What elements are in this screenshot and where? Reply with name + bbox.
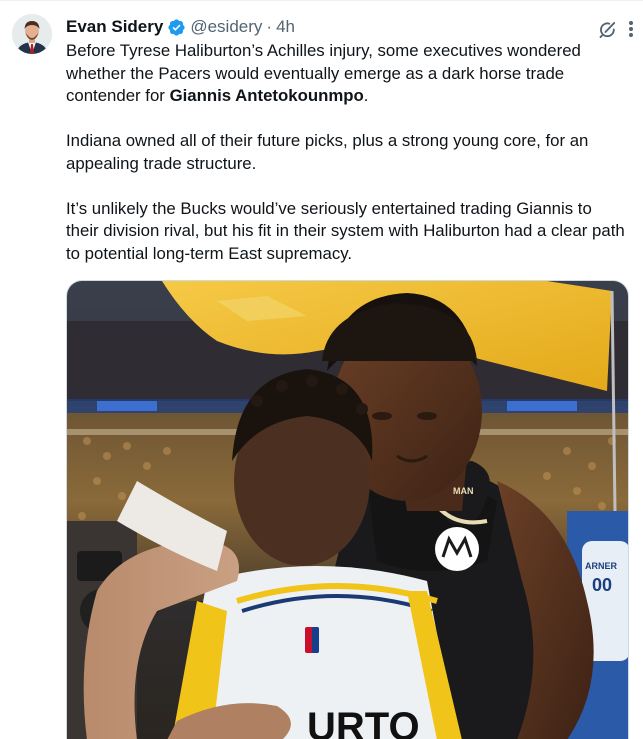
author-avatar[interactable] [12, 14, 52, 54]
tweet-timestamp[interactable]: 4h [276, 17, 295, 37]
top-divider [0, 0, 643, 1]
background-jersey-number: 00 [592, 575, 612, 595]
mention-giannis: Giannis Antetokounmpo [169, 86, 364, 105]
more-options-icon[interactable] [622, 20, 640, 38]
author-display-name[interactable]: Evan Sidery [66, 17, 163, 37]
avatar-photo-icon [12, 14, 52, 54]
tweet-paragraph-2: Indiana owned all of their future picks,… [66, 131, 589, 173]
haliburton-jersey-name: URTO [307, 705, 420, 739]
bucks-jersey-text: MAN [453, 486, 474, 496]
photo-giannis-haliburton-hug: 00 ARNER MAN URTO [67, 281, 628, 739]
tweet-paragraph-1-end: . [363, 86, 369, 105]
grok-icon[interactable] [597, 18, 619, 40]
tweet-paragraph-1: Before Tyrese Haliburton’s Achilles inju… [66, 40, 626, 108]
author-handle[interactable]: @esidery [190, 17, 262, 37]
tweet-media-image[interactable]: 00 ARNER MAN URTO [66, 280, 629, 739]
tweet-paragraph-3: It’s unlikely the Bucks would’ve serious… [66, 198, 625, 263]
tweet-header: Evan Sidery @esidery · 4h [66, 16, 295, 38]
header-separator: · [266, 17, 273, 36]
verified-badge-icon [167, 18, 186, 37]
background-jersey-name: ARNER [585, 561, 618, 571]
tweet-text: Before Tyrese Haliburton’s Achilles inju… [66, 40, 626, 265]
